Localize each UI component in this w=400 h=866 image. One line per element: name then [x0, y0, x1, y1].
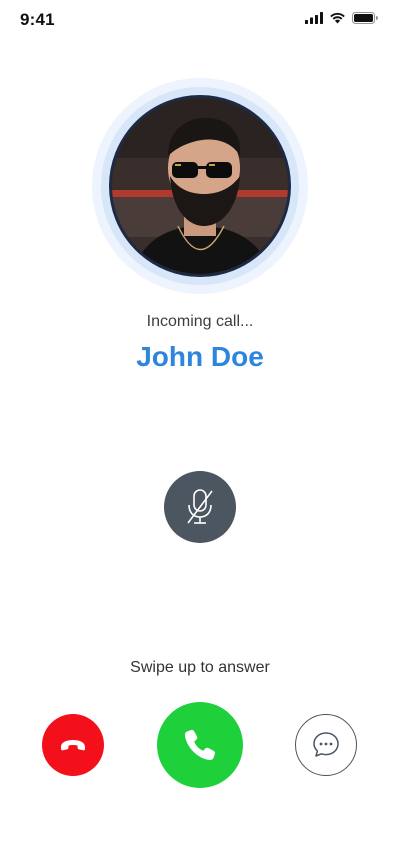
- send-message-button[interactable]: [295, 714, 357, 776]
- swipe-to-answer-hint: Swipe up to answer: [130, 659, 270, 676]
- status-icons: [305, 12, 378, 24]
- battery-icon: [352, 12, 378, 24]
- cellular-signal-icon: [305, 12, 323, 24]
- answer-call-button[interactable]: [157, 702, 243, 788]
- microphone-off-icon: [187, 489, 213, 524]
- call-status-text: Incoming call...: [146, 313, 254, 330]
- decline-call-button[interactable]: [42, 714, 104, 776]
- phone-icon: [184, 729, 216, 761]
- phone-hangup-icon: [61, 740, 85, 751]
- mute-button[interactable]: [164, 471, 236, 543]
- status-bar: 9:41: [0, 0, 400, 44]
- caller-avatar: [109, 95, 291, 277]
- chat-bubble-icon: [313, 732, 339, 757]
- wifi-icon: [330, 12, 345, 24]
- caller-name: John Doe: [136, 341, 264, 372]
- caller-avatar-photo: [112, 98, 288, 274]
- status-time: 9:41: [20, 10, 55, 29]
